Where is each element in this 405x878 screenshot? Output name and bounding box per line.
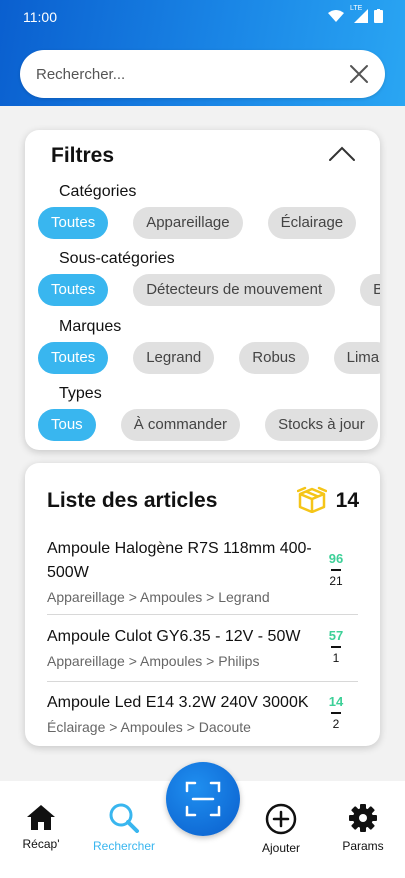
article-item[interactable]: Ampoule Culot GY6.35 - 12V - 50W Apparei… <box>47 625 358 669</box>
nav-item-settings[interactable]: Params <box>339 803 387 853</box>
divider <box>47 614 358 615</box>
search-bar <box>20 50 385 98</box>
filter-chip[interactable]: Détecteurs de mouvement <box>133 274 336 306</box>
stock-indicator: 14 2 <box>326 694 346 731</box>
divider <box>47 681 358 682</box>
stock-minimum: 2 <box>332 717 340 731</box>
nav-label-add: Ajouter <box>261 841 301 855</box>
filter-chip[interactable]: Éclairage <box>267 207 357 239</box>
article-name: Ampoule Led E14 3.2W 240V 3000K <box>47 694 309 711</box>
filter-chip[interactable]: Toutes <box>38 207 109 239</box>
articles-card: Liste des articles 14 Ampoule Halogène R… <box>25 463 380 746</box>
articles-title: Liste des articles <box>47 489 218 512</box>
signal-icon: LTE <box>350 5 368 23</box>
nav-item-search[interactable]: Rechercher <box>88 803 160 853</box>
filter-chips-subcategories: Toutes Détecteurs de mouvement B <box>38 274 380 306</box>
filter-group-label: Types <box>59 385 102 402</box>
filters-card: Filtres Catégories Toutes Appareillage É… <box>25 130 380 450</box>
filters-title: Filtres <box>51 144 115 167</box>
wifi-icon <box>328 10 344 22</box>
articles-count: 14 <box>335 489 359 512</box>
filter-chip[interactable]: À commander <box>120 409 241 441</box>
stock-minimum: 1 <box>332 651 340 665</box>
stock-current: 57 <box>328 628 344 643</box>
add-circle-icon <box>265 803 297 835</box>
home-icon <box>27 805 55 830</box>
filter-chip[interactable]: Lima <box>333 342 380 374</box>
stock-indicator: 57 1 <box>326 628 346 665</box>
battery-icon <box>374 9 383 23</box>
stock-divider <box>331 712 341 714</box>
article-item[interactable]: Ampoule Led E14 3.2W 240V 3000K Éclairag… <box>47 691 358 735</box>
status-time: 11:00 <box>23 9 57 25</box>
nav-item-add[interactable]: Ajouter <box>257 803 305 855</box>
filter-chips-types: Tous À commander Stocks à jour <box>38 409 378 441</box>
chevron-up-icon[interactable] <box>328 144 356 164</box>
stock-current: 96 <box>328 551 344 566</box>
box-icon <box>297 486 327 513</box>
article-name: Ampoule Culot GY6.35 - 12V - 50W <box>47 628 301 645</box>
article-path: Appareillage > Ampoules > Legrand <box>47 589 270 605</box>
filter-chip[interactable]: Legrand <box>133 342 215 374</box>
nav-item-home[interactable]: Récap' <box>20 803 62 851</box>
status-bar: 11:00 LTE <box>0 0 405 34</box>
filter-chip[interactable]: Robus <box>239 342 309 374</box>
filter-chips-brands: Toutes Legrand Robus Lima <box>38 342 380 374</box>
search-input[interactable] <box>36 50 336 98</box>
filter-chip[interactable]: Toutes <box>38 274 109 306</box>
stock-divider <box>331 569 341 571</box>
scan-button[interactable] <box>166 762 240 836</box>
network-type: LTE <box>350 5 363 12</box>
filter-chip[interactable]: B <box>360 274 380 306</box>
filter-chip[interactable]: Tous <box>38 409 96 441</box>
stock-current: 14 <box>328 694 344 709</box>
stock-indicator: 96 21 <box>326 551 346 588</box>
article-path: Éclairage > Ampoules > Dacoute <box>47 719 251 735</box>
gear-icon <box>349 804 377 832</box>
stock-divider <box>331 646 341 648</box>
filter-group-label: Catégories <box>59 183 137 200</box>
status-icons: LTE <box>328 5 383 23</box>
filter-group-label: Sous-catégories <box>59 250 175 267</box>
search-icon <box>109 803 139 833</box>
filter-chips-categories: Toutes Appareillage Éclairage <box>38 207 357 239</box>
filter-chip[interactable]: Appareillage <box>133 207 243 239</box>
filter-chip[interactable]: Stocks à jour <box>265 409 378 441</box>
scan-icon <box>185 781 221 817</box>
filter-group-label: Marques <box>59 318 122 335</box>
article-name: Ampoule Halogène R7S 118mm 400-500W <box>47 540 312 581</box>
nav-label-search: Rechercher <box>92 839 156 853</box>
nav-label-home: Récap' <box>22 837 60 851</box>
article-item[interactable]: Ampoule Halogène R7S 118mm 400-500W Appa… <box>47 537 358 605</box>
stock-minimum: 21 <box>329 574 343 588</box>
nav-label-settings: Params <box>342 839 384 853</box>
filter-chip[interactable]: Toutes <box>38 342 109 374</box>
close-icon[interactable] <box>349 64 369 84</box>
app-header: 11:00 LTE <box>0 0 405 106</box>
article-path: Appareillage > Ampoules > Philips <box>47 653 260 669</box>
